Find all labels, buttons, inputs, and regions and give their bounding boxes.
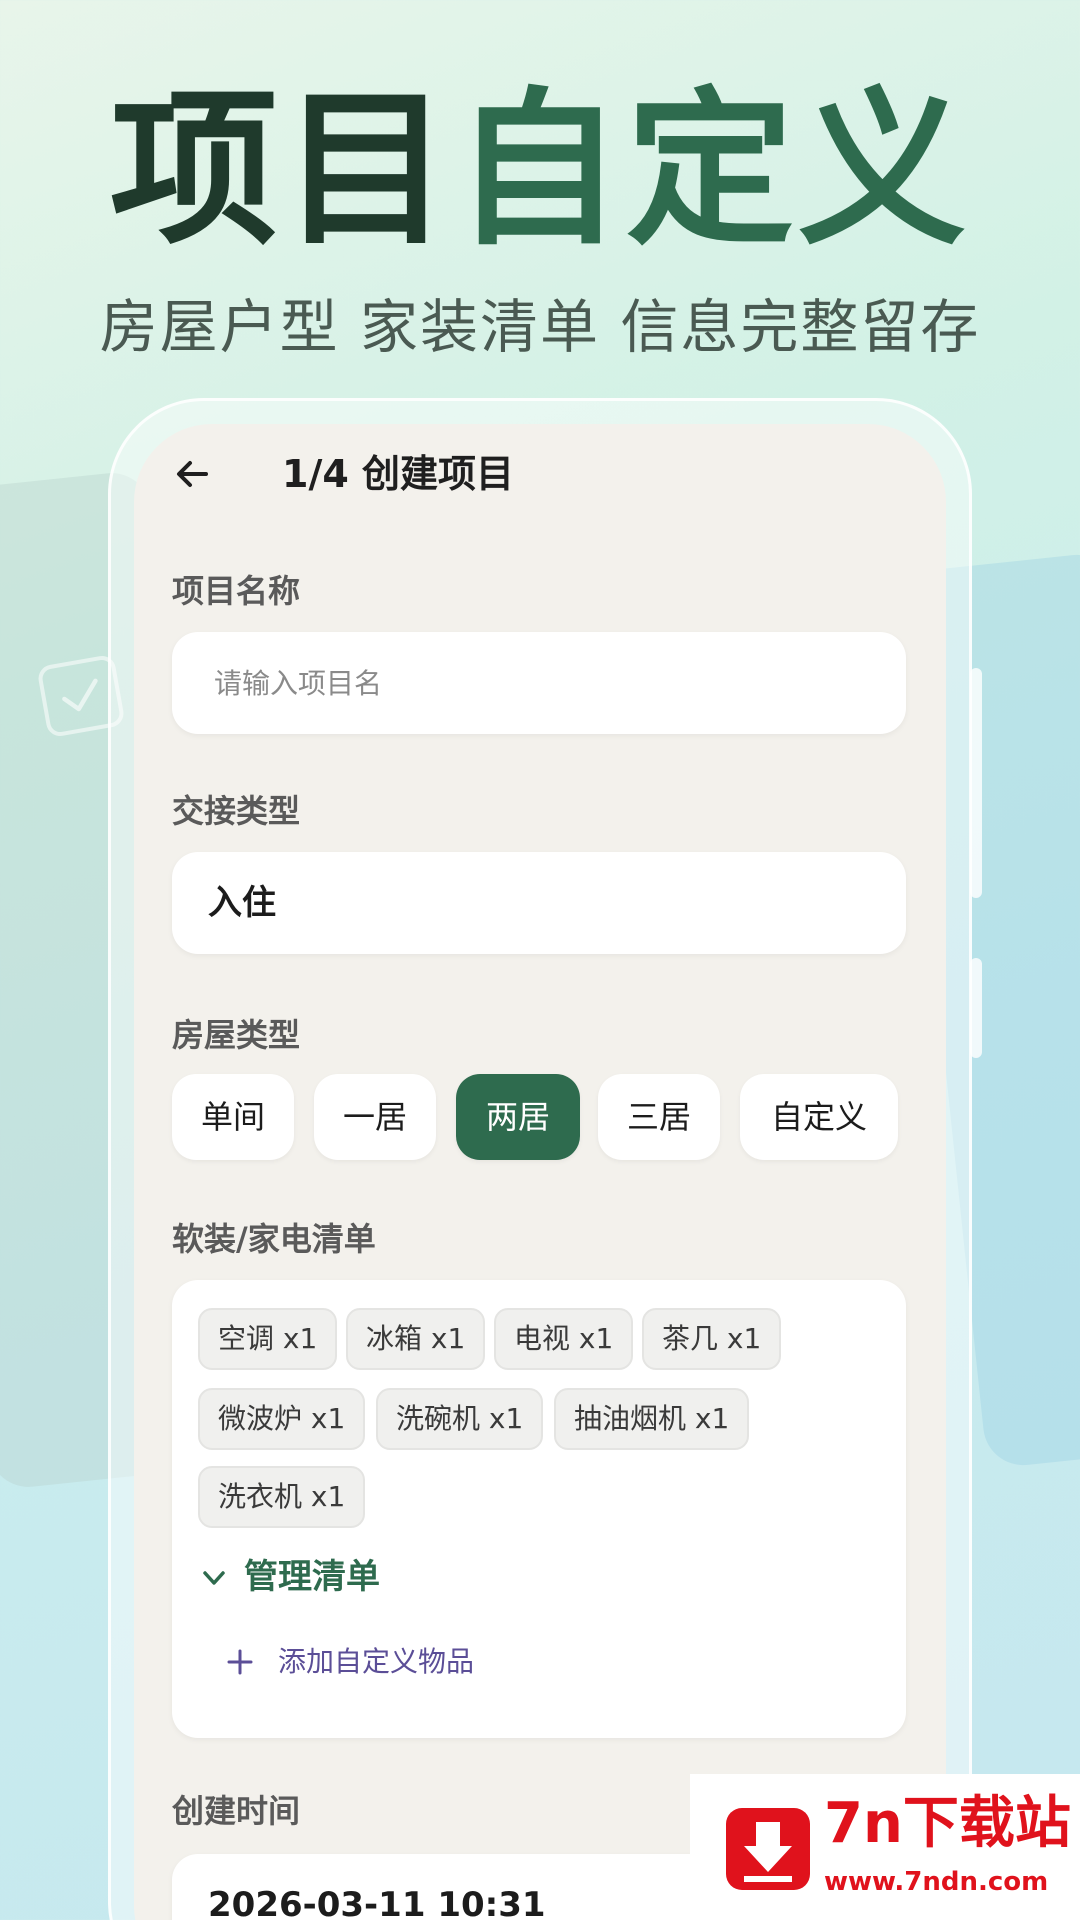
checklist-item[interactable]: 洗衣机 x1 [198,1466,366,1528]
phone-side-button [970,958,982,1058]
checklist-item[interactable]: 空调 x1 [198,1308,338,1370]
chip-three-bedroom[interactable]: 三居 [598,1074,720,1160]
chip-custom[interactable]: 自定义 [740,1074,898,1160]
app-bar: 1/4 创建项目 [134,424,946,524]
created-time-label: 创建时间 [172,1792,301,1830]
promo-headline: 项目自定义 [0,70,1080,270]
headline-dark-text: 项目 [110,72,454,268]
checklist-item[interactable]: 电视 x1 [494,1308,634,1370]
house-type-label: 房屋类型 [172,1016,301,1054]
headline-green-text: 自定义 [454,72,970,268]
handover-type-label: 交接类型 [172,792,301,830]
download-logo-icon [726,1808,810,1890]
phone-side-button [970,668,982,898]
add-custom-item-label: 添加自定义物品 [278,1645,475,1678]
watermark-url: www.7ndn.com [824,1867,1049,1897]
manage-checklist-label: 管理清单 [244,1557,380,1597]
checklist-card: 空调 x1 冰箱 x1 电视 x1 茶几 x1 微波炉 x1 洗碗机 x1 抽油… [172,1280,906,1738]
promo-subtitle: 房屋户型 家装清单 信息完整留存 [99,293,981,361]
site-watermark: 7n下载站 www.7ndn.com [690,1774,1080,1920]
checklist-label: 软装/家电清单 [172,1220,376,1258]
handover-type-value: 入住 [208,883,276,923]
checklist-item[interactable]: 茶几 x1 [642,1308,782,1370]
project-name-field[interactable] [172,632,906,734]
chip-one-bedroom[interactable]: 一居 [314,1074,436,1160]
handover-type-select[interactable]: 入住 [172,852,906,954]
checklist-item[interactable]: 冰箱 x1 [346,1308,486,1370]
created-time-value: 2026-03-11 10:31 [208,1885,546,1920]
plus-icon [227,1649,253,1675]
house-type-chip-group: 单间 一居 两居 三居 自定义 [172,1074,932,1160]
project-name-label: 项目名称 [172,572,301,610]
app-screen: 1/4 创建项目 项目名称 交接类型 入住 房屋类型 单间 一居 两居 三居 自… [134,424,946,1920]
page-title: 1/4 创建项目 [282,452,514,496]
project-name-input[interactable] [172,632,906,734]
chevron-down-icon [203,1571,225,1585]
checklist-item[interactable]: 抽油烟机 x1 [554,1388,750,1450]
chip-single-room[interactable]: 单间 [172,1074,294,1160]
watermark-title: 7n下载站 [824,1791,1071,1856]
checklist-item[interactable]: 洗碗机 x1 [376,1388,544,1450]
chip-two-bedroom-selected[interactable]: 两居 [456,1074,580,1160]
back-arrow-icon[interactable] [172,454,212,494]
checklist-item[interactable]: 微波炉 x1 [198,1388,366,1450]
